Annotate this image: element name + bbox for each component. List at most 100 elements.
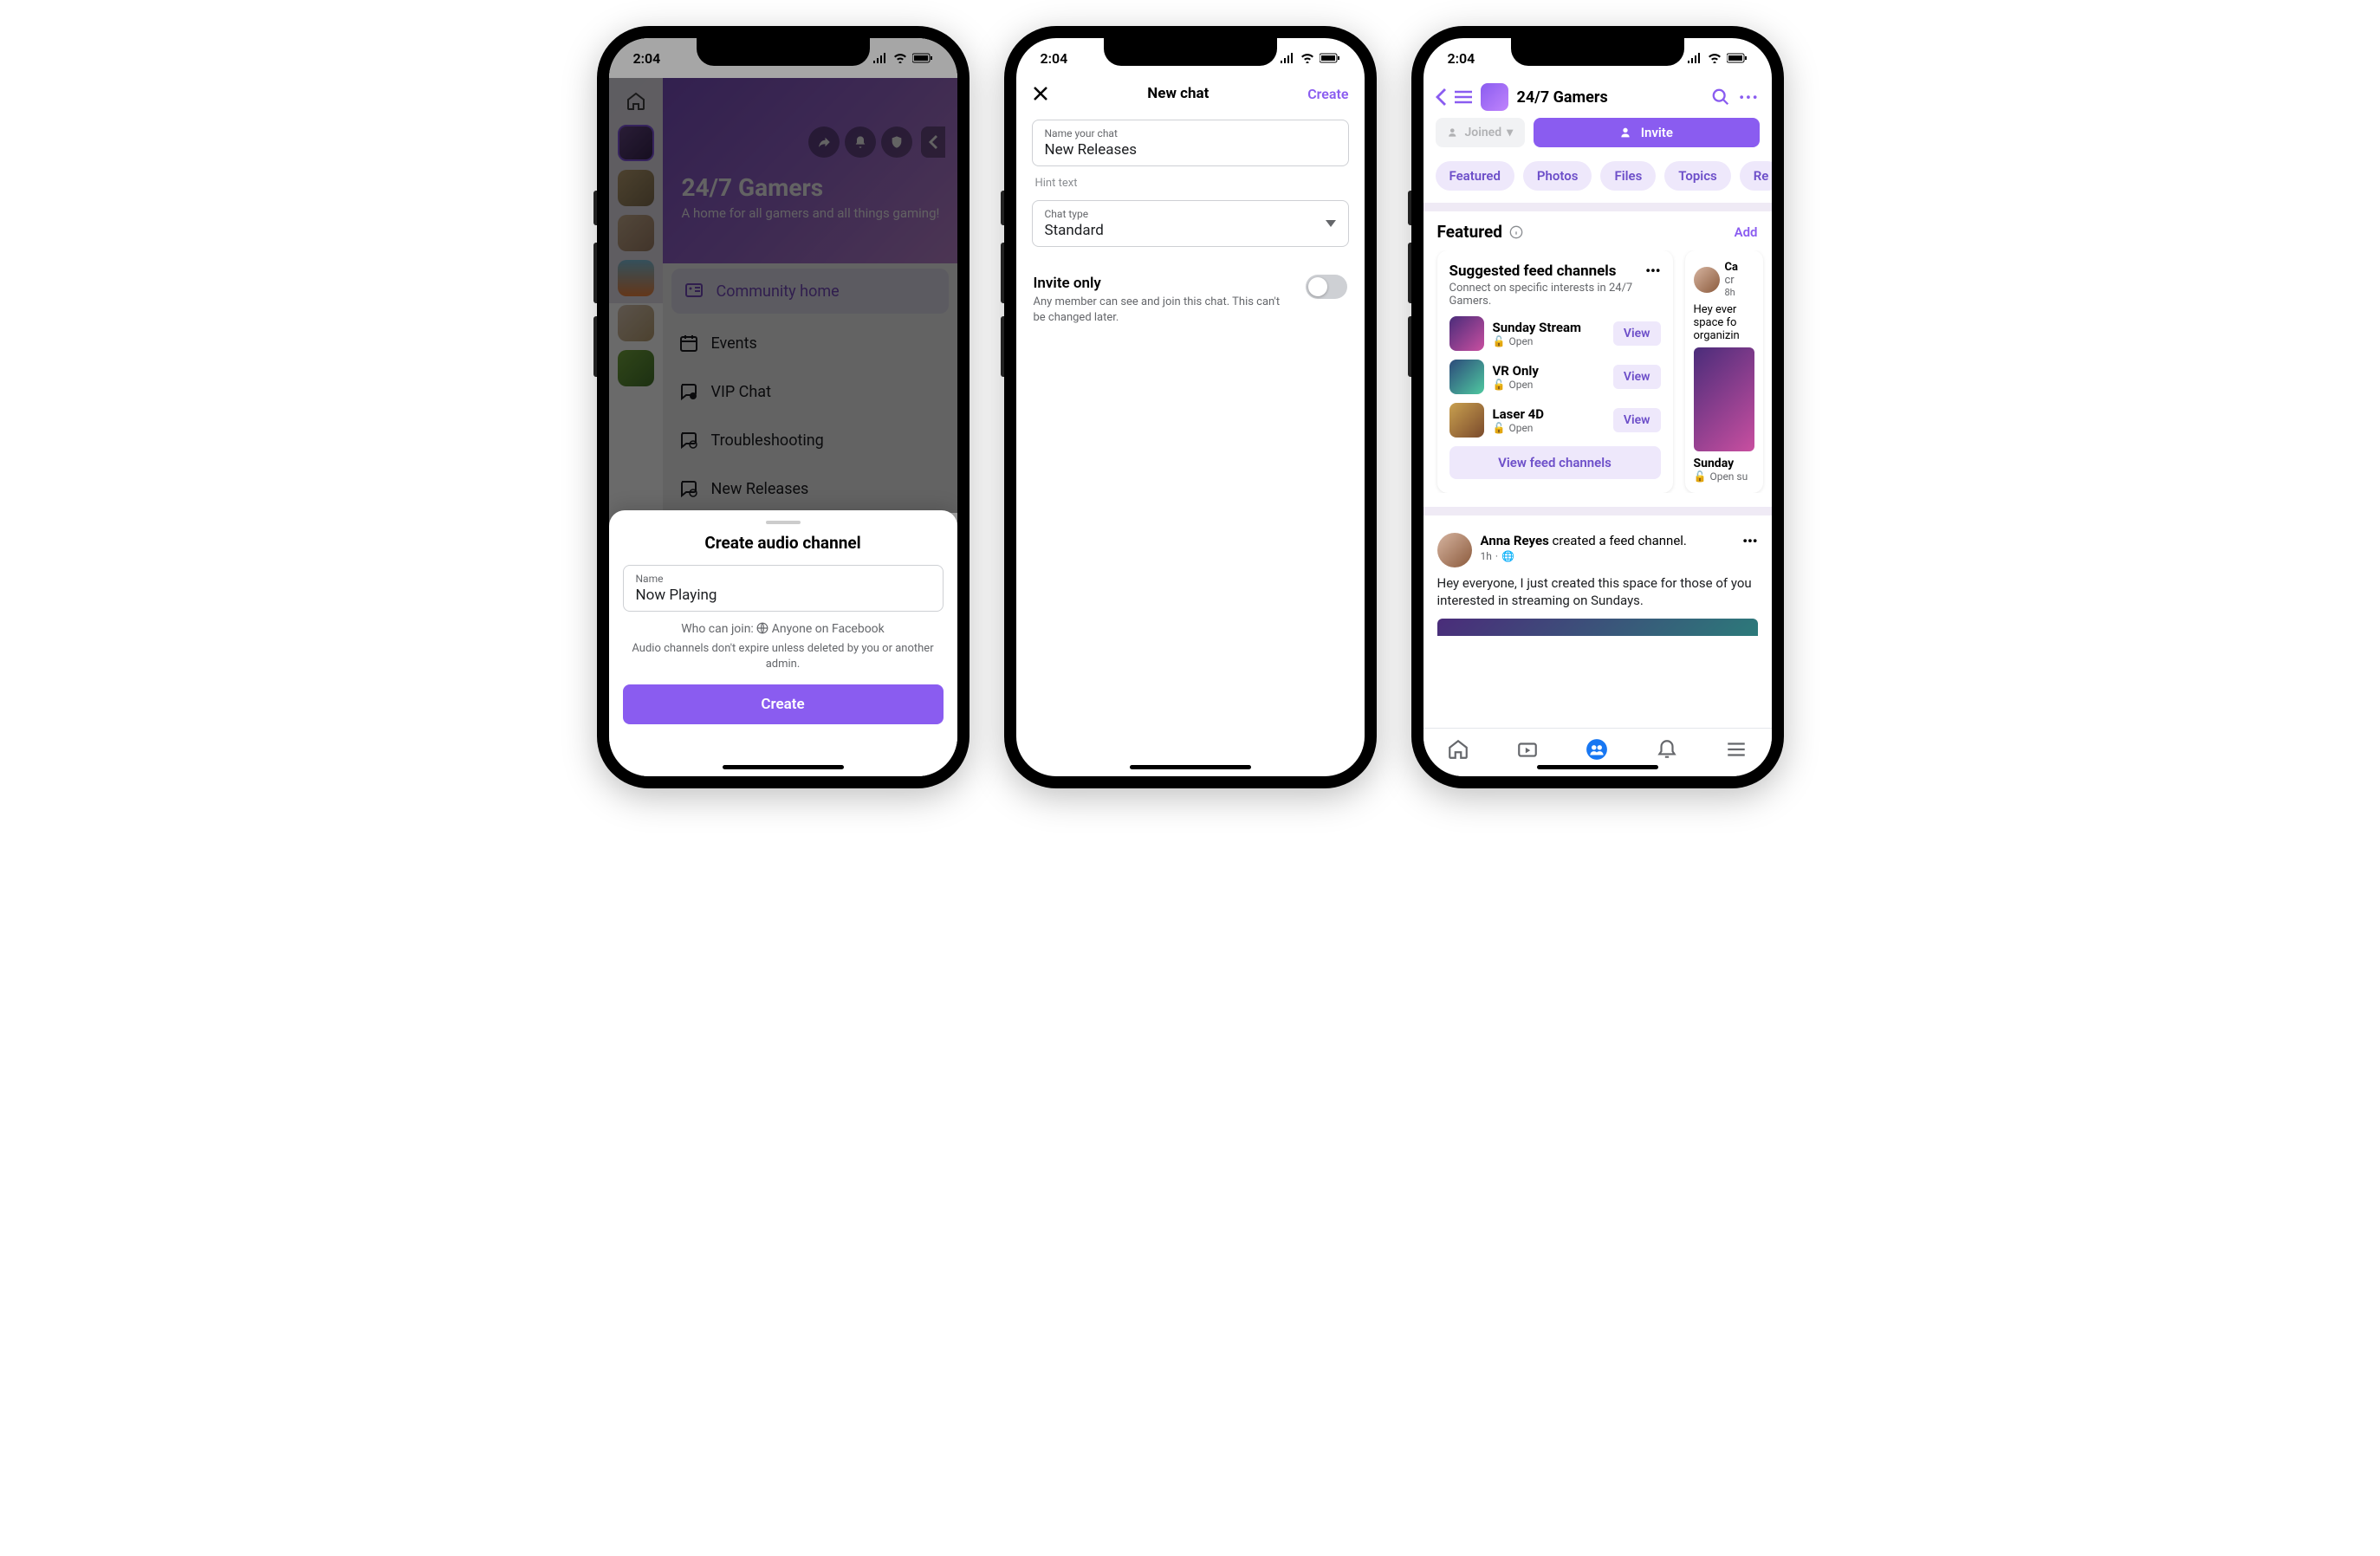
channel-thumb: [1449, 403, 1484, 438]
channel-row[interactable]: VR Only 🔓Open View: [1449, 360, 1661, 394]
post-meta: 1h·🌐: [1481, 550, 1735, 562]
post-body: Hey everyone, I just created this space …: [1437, 574, 1758, 610]
signal-icon: [1280, 53, 1295, 63]
chat-type-select[interactable]: Chat type Standard: [1032, 200, 1349, 247]
filter-chips: Featured Photos Files Topics Re: [1423, 156, 1772, 196]
phone-3: 2:04 24/7 Gamers ••• Joined ▾ Invite: [1411, 26, 1784, 788]
back-button[interactable]: [1436, 88, 1446, 106]
sheet-handle[interactable]: [766, 521, 801, 524]
section-title: Featured: [1437, 222, 1502, 242]
group-name[interactable]: 24/7 Gamers: [1517, 88, 1703, 107]
post-byline: Anna Reyes created a feed channel.: [1481, 533, 1735, 548]
row-title: Invite only: [1034, 275, 1292, 292]
avatar[interactable]: [1437, 533, 1472, 567]
input-label: Chat type: [1045, 208, 1336, 220]
cards-row[interactable]: Suggested feed channels ••• Connect on s…: [1423, 250, 1772, 493]
notch: [697, 38, 870, 66]
sheet-title: Create audio channel: [623, 533, 944, 553]
tab-watch[interactable]: [1516, 738, 1539, 761]
input-value: Now Playing: [636, 587, 931, 604]
phone-1: 2:04 24/7 Gamers A home for all gamers a…: [597, 26, 970, 788]
screen-3: 2:04 24/7 Gamers ••• Joined ▾ Invite: [1423, 38, 1772, 776]
card-more-button[interactable]: •••: [1645, 263, 1660, 279]
close-button[interactable]: [1032, 85, 1049, 102]
feed-post[interactable]: Anna Reyes created a feed channel. 1h·🌐 …: [1423, 522, 1772, 646]
card-subtitle: Connect on specific interests in 24/7 Ga…: [1449, 282, 1661, 308]
input-label: Name: [636, 573, 931, 585]
signal-icon: [1687, 53, 1702, 63]
hint-text: Hint text: [1035, 177, 1346, 190]
chip-more[interactable]: Re: [1740, 161, 1772, 191]
invite-only-toggle[interactable]: [1306, 275, 1347, 299]
peek-caption: Sunday: [1694, 457, 1754, 470]
chip-featured[interactable]: Featured: [1436, 161, 1514, 191]
globe-icon: [756, 622, 768, 634]
person-plus-icon: [1620, 126, 1634, 139]
lock-open-icon: 🔓: [1493, 335, 1506, 347]
battery-icon: [1727, 53, 1748, 63]
wifi-icon: [1300, 53, 1314, 63]
add-link[interactable]: Add: [1735, 224, 1758, 240]
create-audio-sheet: Create audio channel Name Now Playing Wh…: [609, 510, 957, 776]
view-feed-channels-button[interactable]: View feed channels: [1449, 446, 1661, 479]
chip-files[interactable]: Files: [1600, 161, 1656, 191]
channel-row[interactable]: Laser 4D 🔓Open View: [1449, 403, 1661, 438]
lock-open-icon: 🔓: [1493, 422, 1506, 434]
create-button[interactable]: Create: [623, 684, 944, 724]
suggested-channels-card: Suggested feed channels ••• Connect on s…: [1437, 250, 1673, 493]
chip-photos[interactable]: Photos: [1523, 161, 1592, 191]
channel-thumb: [1449, 360, 1484, 394]
avatar: [1694, 267, 1720, 293]
card-title: Suggested feed channels: [1449, 263, 1617, 280]
more-button[interactable]: •••: [1739, 89, 1759, 106]
globe-icon: 🌐: [1501, 550, 1514, 562]
screen-1: 2:04 24/7 Gamers A home for all gamers a…: [609, 38, 957, 776]
channel-row[interactable]: Sunday Stream 🔓Open View: [1449, 316, 1661, 351]
screen-2: 2:04 New chat Create Name your chat New …: [1016, 38, 1365, 776]
tab-menu[interactable]: [1725, 738, 1748, 761]
caret-down-icon: ▾: [1507, 126, 1513, 139]
name-input[interactable]: Name Now Playing: [623, 565, 944, 612]
channel-name: Sunday Stream: [1493, 320, 1605, 335]
menu-button[interactable]: [1455, 90, 1472, 104]
home-indicator: [1537, 765, 1658, 769]
view-button[interactable]: View: [1613, 408, 1661, 432]
channel-thumb: [1449, 316, 1484, 351]
input-value: New Releases: [1045, 141, 1336, 159]
search-button[interactable]: [1711, 88, 1730, 107]
chat-name-input[interactable]: Name your chat New Releases: [1032, 120, 1349, 166]
nav-bar: 24/7 Gamers •••: [1423, 78, 1772, 116]
invite-button[interactable]: Invite: [1534, 118, 1759, 147]
post-image: [1437, 619, 1758, 636]
invite-only-row: Invite only Any member can see and join …: [1032, 269, 1349, 330]
tab-groups[interactable]: [1586, 738, 1608, 761]
status-time: 2:04: [1041, 50, 1068, 67]
input-value: Standard: [1045, 222, 1336, 239]
group-avatar[interactable]: [1481, 83, 1508, 111]
lock-open-icon: 🔓: [1493, 379, 1506, 391]
create-link[interactable]: Create: [1307, 86, 1348, 102]
peek-image: [1694, 347, 1754, 451]
lock-open-icon: 🔓: [1694, 470, 1707, 483]
page-title: New chat: [1147, 85, 1209, 102]
view-button[interactable]: View: [1613, 365, 1661, 389]
view-button[interactable]: View: [1613, 321, 1661, 346]
peek-body: Hey ever space fo organizin: [1694, 303, 1754, 342]
peek-card: Ca cr 8h Hey ever space fo organizin Sun…: [1685, 250, 1763, 493]
tab-home[interactable]: [1447, 738, 1469, 761]
who-can-join: Who can join: Anyone on Facebook: [623, 622, 944, 636]
battery-icon: [1320, 53, 1340, 63]
chip-topics[interactable]: Topics: [1664, 161, 1730, 191]
post-more-button[interactable]: •••: [1742, 533, 1757, 549]
sheet-description: Audio channels don't expire unless delet…: [623, 641, 944, 672]
channel-name: VR Only: [1493, 363, 1605, 379]
row-subtitle: Any member can see and join this chat. T…: [1034, 295, 1292, 325]
notch: [1104, 38, 1277, 66]
people-icon: [1448, 126, 1460, 139]
nav-bar: New chat Create: [1016, 78, 1365, 109]
tab-notifications[interactable]: [1656, 738, 1678, 761]
joined-button[interactable]: Joined ▾: [1436, 118, 1526, 147]
info-icon[interactable]: [1509, 225, 1523, 239]
home-indicator: [1130, 765, 1251, 769]
home-indicator: [723, 765, 844, 769]
